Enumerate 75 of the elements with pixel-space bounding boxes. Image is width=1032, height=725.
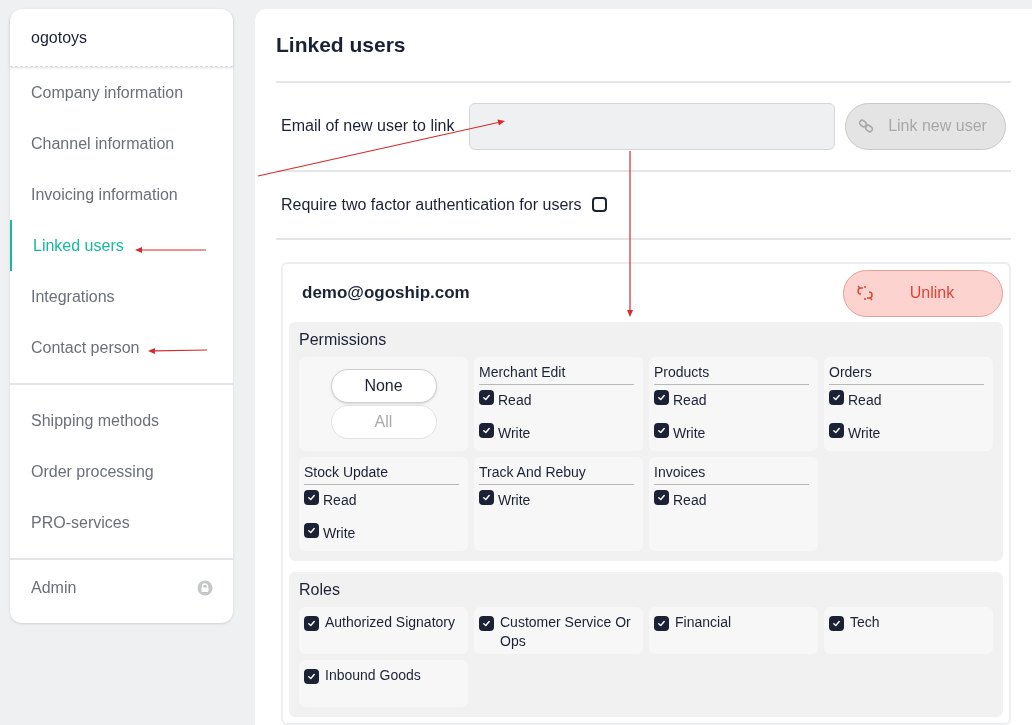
sidebar-item[interactable]: Shipping methods xyxy=(10,395,233,446)
select-button[interactable]: None xyxy=(330,369,437,403)
permission-name: Invoices xyxy=(654,462,809,485)
permission-name: Products xyxy=(654,362,809,385)
checkbox[interactable] xyxy=(304,616,319,631)
account-name: ogotoys xyxy=(10,9,233,67)
checkbox[interactable] xyxy=(479,390,494,405)
checkbox[interactable] xyxy=(829,423,844,438)
option-label: Write xyxy=(323,524,356,543)
checkbox[interactable] xyxy=(591,197,607,213)
checkmark-icon xyxy=(657,393,666,402)
option-label: Read xyxy=(673,391,707,410)
permission-name: Stock Update xyxy=(304,462,459,485)
role-label: Customer Service Or Ops xyxy=(500,613,632,651)
annotation-arrow xyxy=(135,247,207,253)
option-label: Write xyxy=(848,424,881,443)
checkmark-icon xyxy=(307,493,316,502)
option-label: Write xyxy=(498,424,531,443)
sidebar-item[interactable]: Channel information xyxy=(10,118,233,169)
checkmark-icon xyxy=(832,393,841,402)
chain-link-icon xyxy=(858,118,874,134)
checkbox[interactable] xyxy=(654,616,669,631)
checkmark-icon xyxy=(307,672,316,681)
sidebar-item[interactable]: Integrations xyxy=(10,271,233,322)
checkmark-icon xyxy=(832,426,841,435)
checkbox[interactable] xyxy=(654,390,669,405)
checkbox[interactable] xyxy=(304,490,319,505)
option-label: Read xyxy=(323,491,357,510)
checkbox[interactable] xyxy=(479,423,494,438)
role-label: Inbound Goods xyxy=(325,666,421,685)
checkmark-icon xyxy=(657,493,666,502)
role-label: Financial xyxy=(675,613,732,632)
option-label: Read xyxy=(673,491,707,510)
checkmark-icon xyxy=(307,526,316,535)
field-label: Email of new user to link xyxy=(281,116,456,136)
checkmark-icon xyxy=(307,619,316,628)
checkbox[interactable] xyxy=(479,490,494,505)
checkmark-icon xyxy=(482,493,491,502)
option-label: Read xyxy=(498,391,532,410)
sidebar-item[interactable]: Admin xyxy=(10,562,233,613)
role-label: Tech xyxy=(850,613,880,632)
section-title: Permissions xyxy=(299,330,388,350)
checkmark-icon xyxy=(482,393,491,402)
sidebar-item[interactable]: Company information xyxy=(10,67,233,118)
checkbox[interactable] xyxy=(304,669,319,684)
option-label: Write xyxy=(673,424,706,443)
unlink-button[interactable]: Unlink xyxy=(843,269,1003,317)
checkbox[interactable] xyxy=(304,523,319,538)
permission-name: Orders xyxy=(829,362,984,385)
broken-link-icon xyxy=(856,284,874,302)
sidebar-item[interactable]: Order processing xyxy=(10,446,233,497)
page-title: Linked users xyxy=(276,29,1011,83)
checkbox[interactable] xyxy=(654,423,669,438)
permission-name: Track And Rebuy xyxy=(479,462,634,485)
sidebar-item[interactable]: Contact person xyxy=(10,322,233,373)
role-label: Authorized Signatory xyxy=(325,613,455,632)
sidebar-item[interactable]: PRO-services xyxy=(10,497,233,548)
user-email: demo@ogoship.com xyxy=(302,282,470,305)
option-label: Read xyxy=(848,391,882,410)
checkbox[interactable] xyxy=(479,616,494,631)
checkbox[interactable] xyxy=(829,616,844,631)
annotation-arrow xyxy=(148,347,208,354)
option-label: Write xyxy=(498,491,531,510)
checkmark-icon xyxy=(482,426,491,435)
checkbox[interactable] xyxy=(654,490,669,505)
permission-name: Merchant Edit xyxy=(479,362,634,385)
email-field[interactable] xyxy=(469,102,835,150)
two-factor-label: Require two factor authentication for users xyxy=(281,194,582,215)
sidebar-item[interactable]: Invoicing information xyxy=(10,169,233,220)
checkmark-icon xyxy=(482,619,491,628)
checkbox[interactable] xyxy=(829,390,844,405)
checkmark-icon xyxy=(657,619,666,628)
checkmark-icon xyxy=(657,426,666,435)
checkmark-icon xyxy=(832,619,841,628)
section-title: Roles xyxy=(299,580,341,600)
